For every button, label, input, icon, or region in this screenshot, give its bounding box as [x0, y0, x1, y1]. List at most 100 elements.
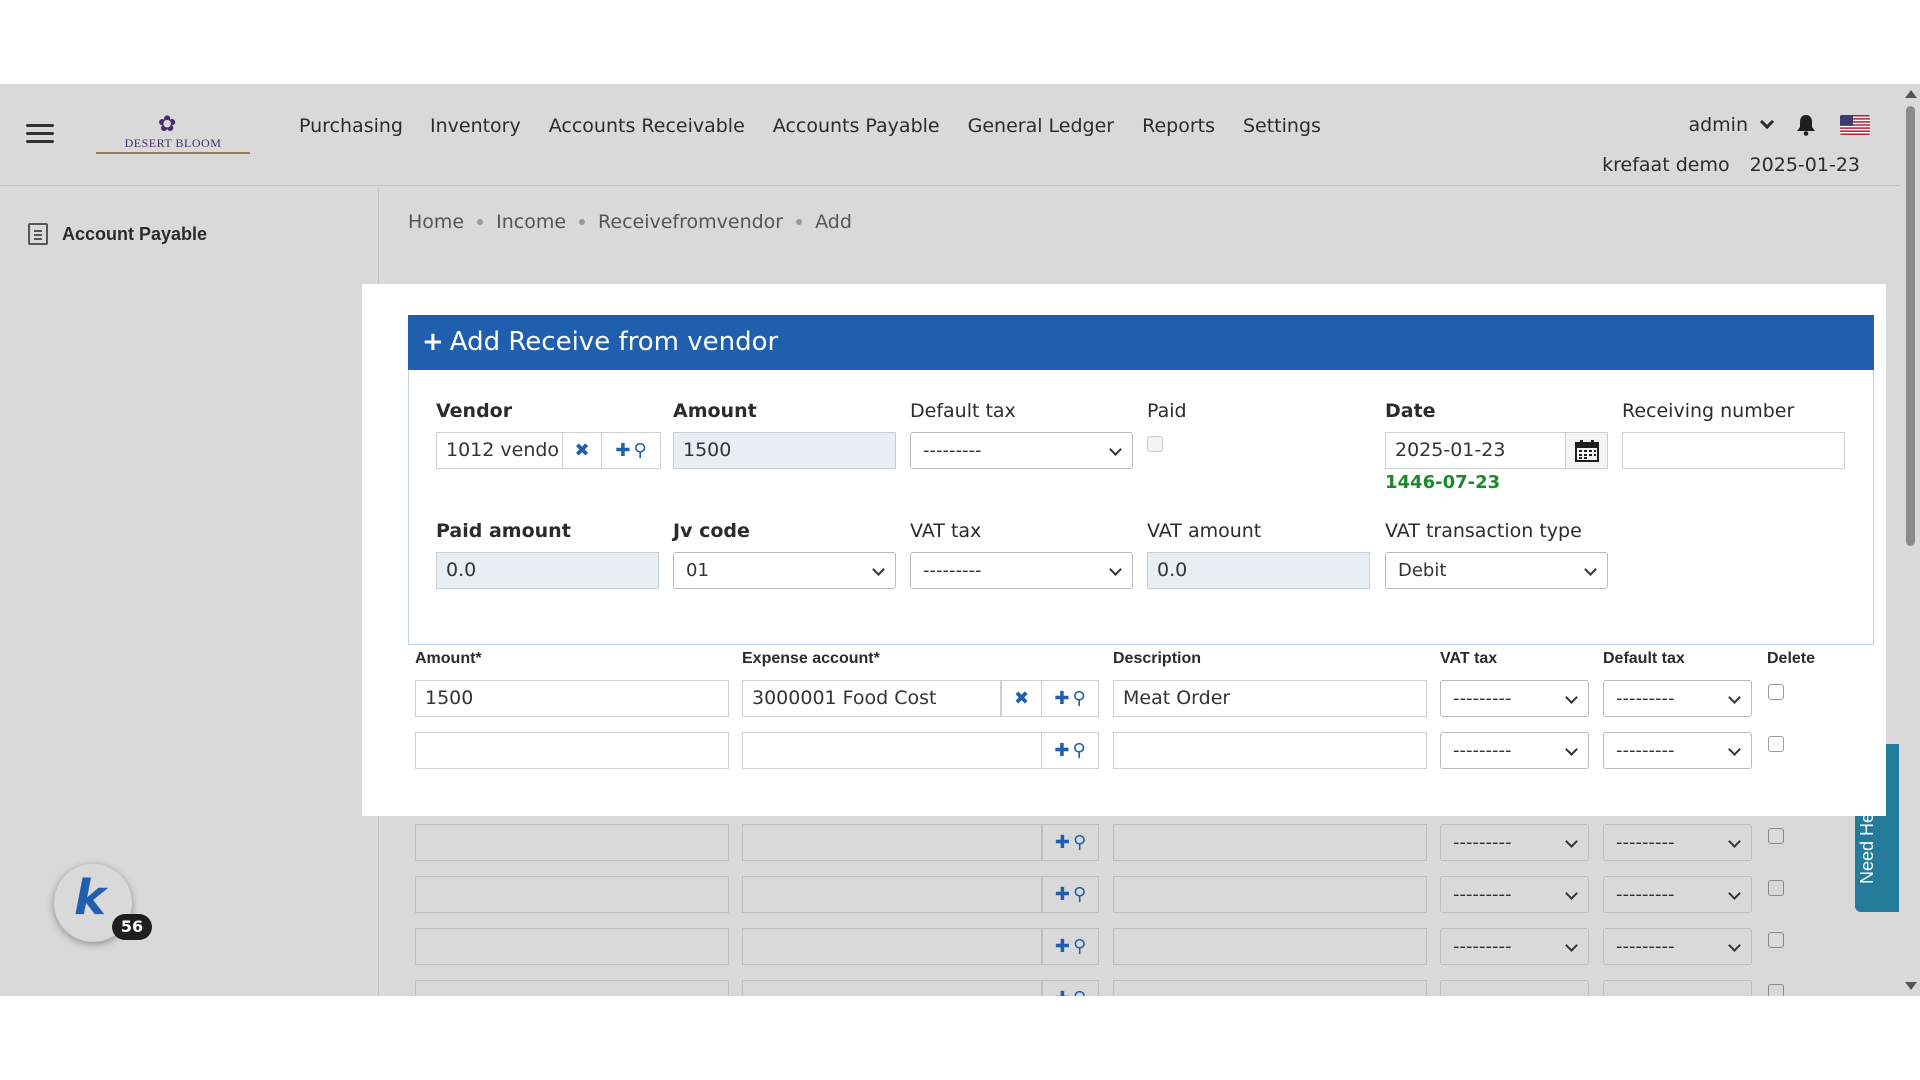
- line-delete-checkbox[interactable]: [1768, 684, 1784, 700]
- line-amount-input[interactable]: [415, 876, 729, 913]
- line-delete-checkbox[interactable]: [1768, 880, 1784, 896]
- line-delete-checkbox[interactable]: [1768, 932, 1784, 948]
- add-search-account-button[interactable]: ✚⚲: [1041, 680, 1099, 717]
- date-field[interactable]: 2025-01-23: [1385, 432, 1566, 469]
- add-search-account-button[interactable]: ✚⚲: [1042, 876, 1099, 913]
- logo-text: DESERT BLOOM: [124, 136, 222, 150]
- line-amount-input[interactable]: [415, 732, 729, 769]
- line-delete-checkbox[interactable]: [1768, 984, 1784, 996]
- line-vat-tax-select[interactable]: ---------: [1440, 980, 1589, 996]
- jv-code-select[interactable]: 01: [673, 552, 896, 589]
- vendor-field[interactable]: 1012 vendo: [436, 432, 563, 469]
- line-account-input[interactable]: [742, 876, 1042, 913]
- line-vat-tax-select[interactable]: ---------: [1440, 824, 1589, 861]
- sidebar: Account Payable: [0, 187, 379, 996]
- line-vat-tax-select[interactable]: ---------: [1440, 680, 1589, 717]
- nav-general-ledger[interactable]: General Ledger: [968, 115, 1114, 137]
- nav-inventory[interactable]: Inventory: [430, 115, 521, 137]
- line-description-input[interactable]: Meat Order: [1113, 680, 1427, 717]
- line-amount-input[interactable]: [415, 980, 729, 996]
- add-search-account-button[interactable]: ✚⚲: [1042, 980, 1099, 996]
- line-vat-tax-select[interactable]: ---------: [1440, 876, 1589, 913]
- line-description-input[interactable]: [1113, 980, 1427, 996]
- line-description-input[interactable]: [1113, 928, 1427, 965]
- scrollbar-thumb[interactable]: [1906, 106, 1915, 546]
- amount-label: Amount: [673, 400, 757, 422]
- add-search-account-button[interactable]: ✚⚲: [1041, 732, 1099, 769]
- sidebar-item-account-payable[interactable]: Account Payable: [28, 223, 207, 245]
- line-account-input[interactable]: [742, 980, 1042, 996]
- breadcrumb-receivefromvendor[interactable]: Receivefromvendor: [598, 211, 783, 233]
- plus-icon: ✚: [1054, 688, 1070, 709]
- line-account-input[interactable]: [742, 824, 1042, 861]
- col-expense-account-header: Expense account*: [742, 650, 880, 667]
- bell-icon[interactable]: [1796, 114, 1816, 136]
- vat-amount-field[interactable]: 0.0: [1147, 552, 1370, 589]
- paid-amount-field[interactable]: 0.0: [436, 552, 659, 589]
- k-chat-widget[interactable]: k 56: [54, 864, 152, 942]
- vat-tax-select[interactable]: ---------: [910, 552, 1133, 589]
- scroll-up-icon[interactable]: [1905, 90, 1917, 98]
- nav-accounts-receivable[interactable]: Accounts Receivable: [549, 115, 745, 137]
- add-search-vendor-button[interactable]: ✚ ⚲: [601, 432, 661, 469]
- receiving-number-label: Receiving number: [1622, 400, 1795, 422]
- line-default-tax-select[interactable]: ---------: [1603, 680, 1752, 717]
- nav-settings[interactable]: Settings: [1243, 115, 1321, 137]
- search-icon: ⚲: [1072, 832, 1087, 853]
- hamburger-icon[interactable]: [26, 124, 54, 144]
- calendar-icon[interactable]: [1565, 432, 1608, 469]
- line-description-input[interactable]: [1113, 876, 1427, 913]
- jv-code-label: Jv code: [673, 520, 750, 542]
- add-search-account-button[interactable]: ✚⚲: [1042, 928, 1099, 965]
- line-vat-tax-select[interactable]: ---------: [1440, 732, 1589, 769]
- company-logo[interactable]: ✿ DESERT BLOOM: [96, 114, 250, 156]
- plus-icon: ✚: [1054, 884, 1070, 905]
- vertical-scrollbar[interactable]: [1900, 84, 1920, 996]
- user-menu[interactable]: admin: [1688, 114, 1748, 136]
- default-tax-select[interactable]: ---------: [910, 432, 1133, 469]
- nav-accounts-payable[interactable]: Accounts Payable: [773, 115, 940, 137]
- line-delete-checkbox[interactable]: [1768, 736, 1784, 752]
- line-default-tax-select[interactable]: ---------: [1603, 928, 1752, 965]
- line-description-input[interactable]: [1113, 732, 1427, 769]
- line-amount-input[interactable]: 1500: [415, 680, 729, 717]
- line-description-input[interactable]: [1113, 824, 1427, 861]
- vat-transaction-type-select[interactable]: Debit: [1385, 552, 1608, 589]
- line-default-tax-select[interactable]: ---------: [1603, 980, 1752, 996]
- line-vat-tax-select[interactable]: ---------: [1440, 928, 1589, 965]
- line-default-tax-select[interactable]: ---------: [1603, 732, 1752, 769]
- flower-logo-icon: ✿: [158, 112, 177, 137]
- plus-icon: ✚: [1055, 988, 1070, 996]
- breadcrumb-home[interactable]: Home: [408, 211, 464, 233]
- chevron-down-icon[interactable]: [1759, 114, 1775, 130]
- line-account-input[interactable]: 3000001 Food Cost: [742, 680, 1001, 717]
- nav-purchasing[interactable]: Purchasing: [299, 115, 403, 137]
- line-account-input[interactable]: [742, 732, 1042, 769]
- line-default-tax-select[interactable]: ---------: [1603, 824, 1752, 861]
- plus-icon: ✚: [1054, 740, 1070, 761]
- vat-amount-label: VAT amount: [1147, 520, 1262, 542]
- line-amount-input[interactable]: [415, 824, 729, 861]
- form-title-bar: + Add Receive from vendor: [408, 315, 1874, 370]
- line-account-input[interactable]: [742, 928, 1042, 965]
- paid-checkbox[interactable]: [1147, 436, 1163, 452]
- col-description-header: Description: [1113, 650, 1202, 667]
- search-icon: ⚲: [1073, 988, 1086, 996]
- notification-count-badge: 56: [112, 914, 152, 940]
- k-logo: k: [74, 870, 106, 926]
- nav-reports[interactable]: Reports: [1142, 115, 1215, 137]
- clear-vendor-button[interactable]: ✖: [562, 432, 602, 469]
- line-default-tax-select[interactable]: ---------: [1603, 876, 1752, 913]
- breadcrumb-income[interactable]: Income: [496, 211, 566, 233]
- receiving-number-field[interactable]: [1622, 432, 1845, 469]
- user-area: admin: [1688, 114, 1870, 136]
- line-delete-checkbox[interactable]: [1768, 828, 1784, 844]
- add-search-account-button[interactable]: ✚⚲: [1042, 824, 1099, 861]
- line-amount-input[interactable]: [415, 928, 729, 965]
- vendor-label: Vendor: [436, 400, 513, 422]
- us-flag-icon[interactable]: [1840, 115, 1870, 135]
- company-name: krefaat demo: [1602, 154, 1730, 176]
- scroll-down-icon[interactable]: [1905, 982, 1917, 990]
- clear-account-button[interactable]: ✖: [1001, 680, 1042, 717]
- amount-field[interactable]: 1500: [673, 432, 896, 469]
